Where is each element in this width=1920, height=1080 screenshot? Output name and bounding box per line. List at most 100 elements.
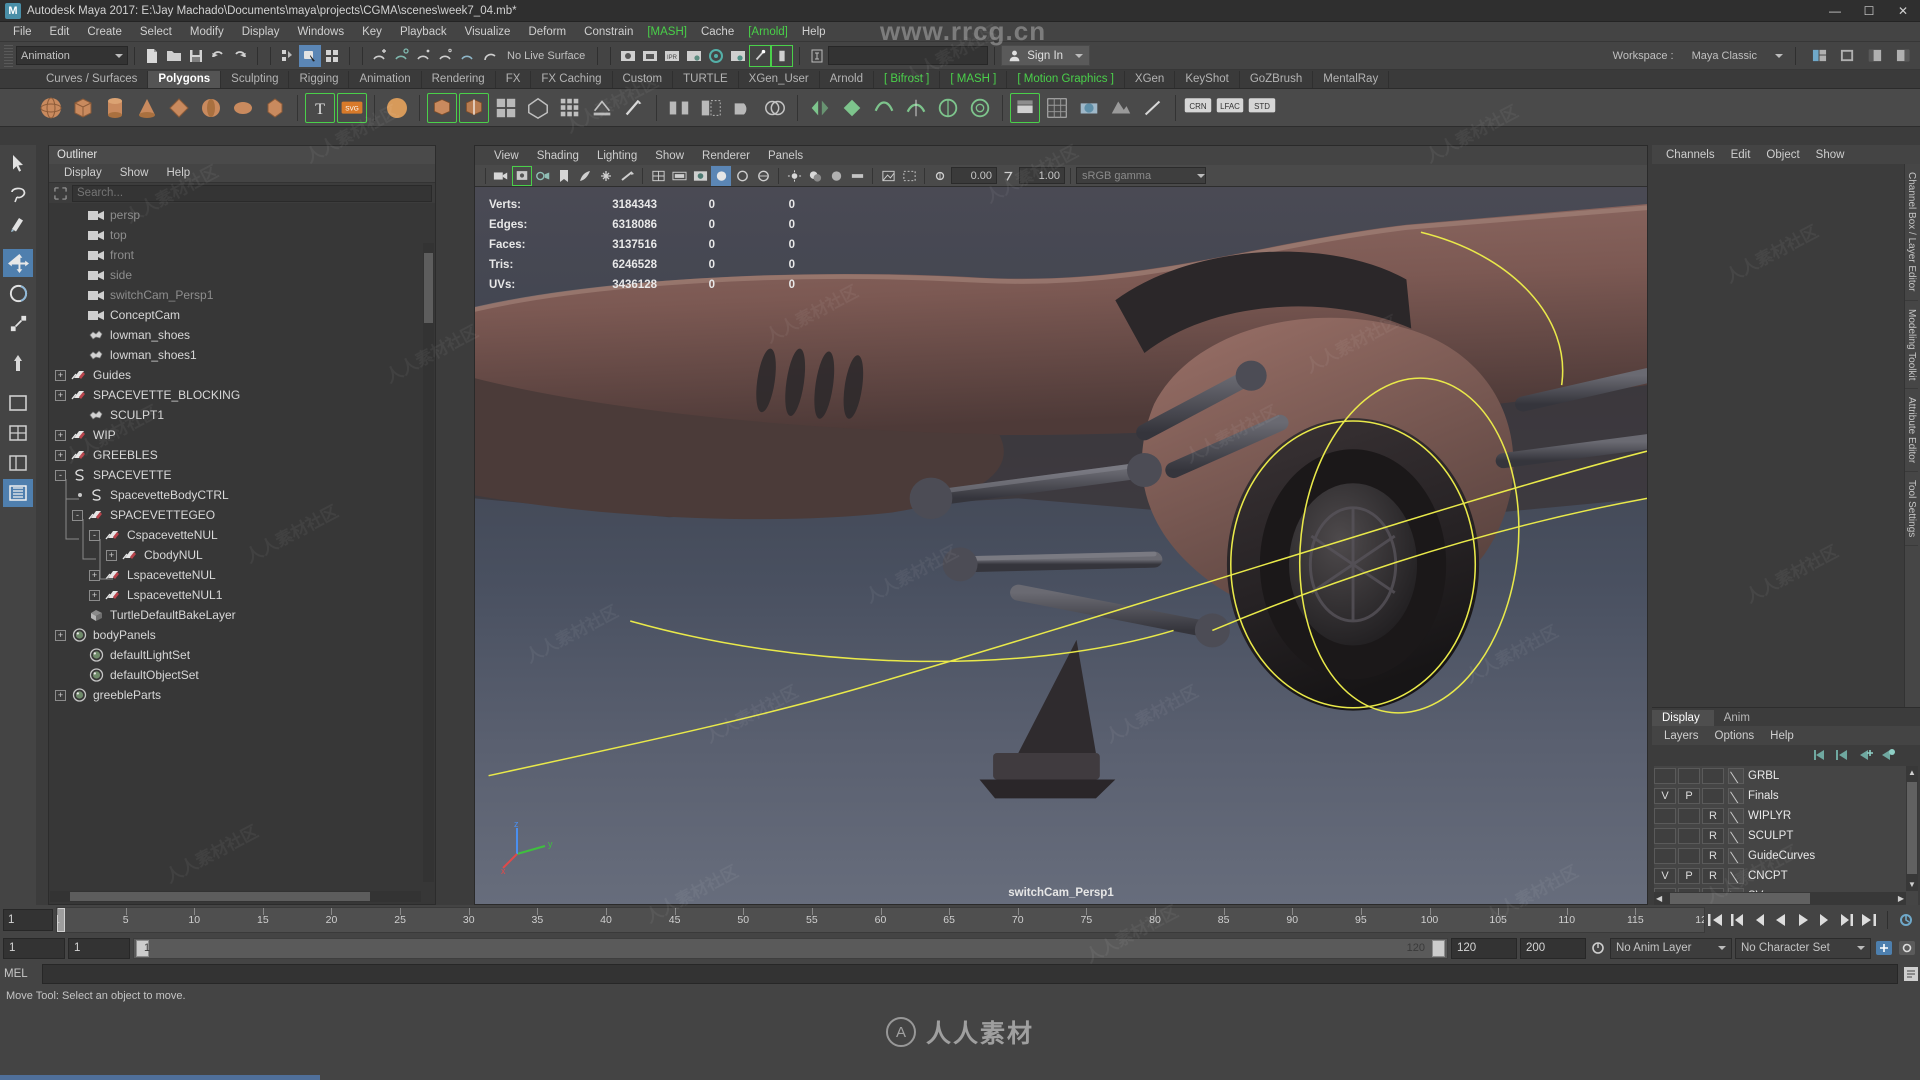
shelf-tab-fx[interactable]: FX [496, 71, 532, 88]
sidetab-tool-settings[interactable]: Tool Settings [1905, 472, 1918, 547]
poly-booleans-icon[interactable] [760, 93, 790, 123]
shelf-tab-gozbrush[interactable]: GoZBrush [1240, 71, 1314, 88]
channel-box-body[interactable]: Channel Box / Layer Editor Modeling Tool… [1652, 164, 1920, 707]
layer-tab-display[interactable]: Display [1652, 710, 1714, 726]
poly-sculpt-sphere-icon[interactable] [382, 93, 412, 123]
menu-mash[interactable]: [MASH] [642, 22, 692, 42]
expand-toggle-icon[interactable]: - [89, 529, 100, 541]
outliner-item-front[interactable]: front [49, 245, 435, 265]
layer-menu-layers[interactable]: Layers [1656, 730, 1707, 742]
workspace-icon-3[interactable] [1864, 45, 1886, 67]
display-layer-row[interactable]: V P R CNCPT [1654, 866, 1918, 886]
layer-visibility-toggle[interactable] [1654, 828, 1676, 844]
step-back-key-icon[interactable] [1749, 910, 1769, 930]
select-hierarchy-icon[interactable] [277, 45, 299, 67]
menu-deform[interactable]: Deform [519, 22, 575, 42]
exposure-icon[interactable] [930, 166, 950, 186]
expand-toggle-icon[interactable]: + [89, 589, 100, 601]
layer-menu-help[interactable]: Help [1762, 730, 1802, 742]
character-set-dropdown[interactable]: No Character Set [1735, 937, 1871, 959]
shaded-textured-icon[interactable] [753, 166, 773, 186]
poly-bridge-icon[interactable] [664, 93, 694, 123]
light-editor-icon[interactable] [749, 44, 772, 67]
channelbox-menu-channels[interactable]: Channels [1658, 149, 1723, 161]
single-view-layout-icon[interactable] [3, 389, 33, 417]
viewport-menu-panels[interactable]: Panels [759, 150, 812, 162]
smooth-shade-icon[interactable] [711, 165, 731, 186]
poly-platonic-icon[interactable] [260, 93, 290, 123]
ipr-render-icon[interactable]: IPR [661, 45, 683, 67]
undo-icon[interactable] [207, 45, 229, 67]
poly-offset-icon[interactable] [965, 93, 995, 123]
shelf-tab-keyshot[interactable]: KeyShot [1175, 71, 1240, 88]
grid-toggle-icon[interactable] [596, 166, 616, 186]
layer-list-vertical-scrollbar[interactable]: ▲ ▼ [1906, 766, 1918, 891]
layer-reference-toggle[interactable]: R [1702, 868, 1724, 884]
uv-sphere-map-icon[interactable] [1074, 93, 1104, 123]
layer-playback-toggle[interactable]: P [1678, 868, 1700, 884]
poly-smooth2-icon[interactable] [869, 93, 899, 123]
sidetab-attribute-editor[interactable]: Attribute Editor [1905, 389, 1918, 473]
channelbox-menu-object[interactable]: Object [1758, 149, 1807, 161]
outliner-item-persp[interactable]: persp [49, 205, 435, 225]
sidetab-modeling-toolkit[interactable]: Modeling Toolkit [1905, 301, 1918, 390]
redo-icon[interactable] [229, 45, 251, 67]
layer-color-swatch[interactable] [1728, 788, 1744, 804]
outliner-menu-show[interactable]: Show [111, 167, 158, 179]
shelf-tab-custom[interactable]: Custom [613, 71, 674, 88]
viewport-menu-shading[interactable]: Shading [528, 150, 588, 162]
poly-torus-icon[interactable] [164, 93, 194, 123]
outliner-item-defaultlightset[interactable]: defaultLightSet [49, 645, 435, 665]
shelf-tab-mentalray[interactable]: MentalRay [1313, 71, 1390, 88]
poly-triangulate-icon[interactable] [523, 93, 553, 123]
poly-disc-icon[interactable] [228, 93, 258, 123]
outliner-item-sculpt1[interactable]: SCULPT1 [49, 405, 435, 425]
anim-layer-dropdown[interactable]: No Anim Layer [1610, 937, 1732, 959]
maximize-button[interactable]: ☐ [1852, 0, 1886, 22]
animation-preferences-button[interactable] [1897, 938, 1917, 958]
layer-playback-toggle[interactable] [1678, 768, 1700, 784]
time-slider-track[interactable]: 1510152025303540455055606570758085909510… [56, 907, 1705, 933]
step-forward-frame-icon[interactable] [1837, 910, 1857, 930]
flat-shade-icon[interactable] [732, 166, 752, 186]
shelf-tab-animation[interactable]: Animation [349, 71, 422, 88]
outliner-item-cbodynul[interactable]: + CbodyNUL [49, 545, 435, 565]
poly-bevel-icon[interactable] [619, 93, 649, 123]
range-end-handle[interactable] [1432, 939, 1445, 957]
uv-cut-icon[interactable] [1138, 93, 1168, 123]
render-icon[interactable] [617, 45, 639, 67]
poly-cone-icon[interactable] [132, 93, 162, 123]
outliner-item-defaultobjectset[interactable]: defaultObjectSet [49, 665, 435, 685]
viewport-menu-lighting[interactable]: Lighting [588, 150, 646, 162]
poly-combine-icon[interactable] [427, 92, 457, 123]
expand-toggle-icon[interactable]: + [55, 689, 66, 701]
channelbox-menu-show[interactable]: Show [1808, 149, 1853, 161]
camera-attributes-icon[interactable] [512, 165, 532, 186]
outliner-item-spacevettebodyctrl[interactable]: SpacevetteBodyCTRL [49, 485, 435, 505]
shelf-tab-arnold[interactable]: Arnold [820, 71, 874, 88]
expand-toggle-icon[interactable]: + [89, 569, 100, 581]
poly-reduce-icon[interactable] [837, 93, 867, 123]
layer-visibility-toggle[interactable] [1654, 848, 1676, 864]
last-tool-icon[interactable] [3, 349, 33, 377]
menu-playback[interactable]: Playback [391, 22, 456, 42]
menu-windows[interactable]: Windows [288, 22, 353, 42]
layer-new-icon[interactable] [1856, 748, 1874, 762]
text-field-mode-icon[interactable] [806, 45, 828, 67]
layer-prev-icon[interactable] [1834, 748, 1852, 762]
display-layer-row[interactable]: R WIPLYR [1654, 806, 1918, 826]
menuset-dropdown[interactable]: Animation [16, 46, 128, 65]
go-to-start-icon[interactable] [1705, 910, 1725, 930]
shelf-tab-bifrost[interactable]: [ Bifrost ] [874, 71, 941, 88]
layer-color-swatch[interactable] [1728, 808, 1744, 824]
layer-new-selected-icon[interactable] [1878, 748, 1896, 762]
shelf-tab-xgen-user[interactable]: XGen_User [739, 71, 820, 88]
rotate-tool-icon[interactable] [3, 279, 33, 307]
playback-end-field[interactable]: 120 [1451, 937, 1517, 959]
shelf-tab-motion-graphics[interactable]: [ Motion Graphics ] [1007, 71, 1125, 88]
outliner-menu-help[interactable]: Help [158, 167, 200, 179]
expand-toggle-icon[interactable]: - [55, 469, 66, 481]
layer-tab-anim[interactable]: Anim [1714, 710, 1764, 726]
lasso-tool-icon[interactable] [3, 179, 33, 207]
menu-help[interactable]: Help [793, 22, 835, 42]
